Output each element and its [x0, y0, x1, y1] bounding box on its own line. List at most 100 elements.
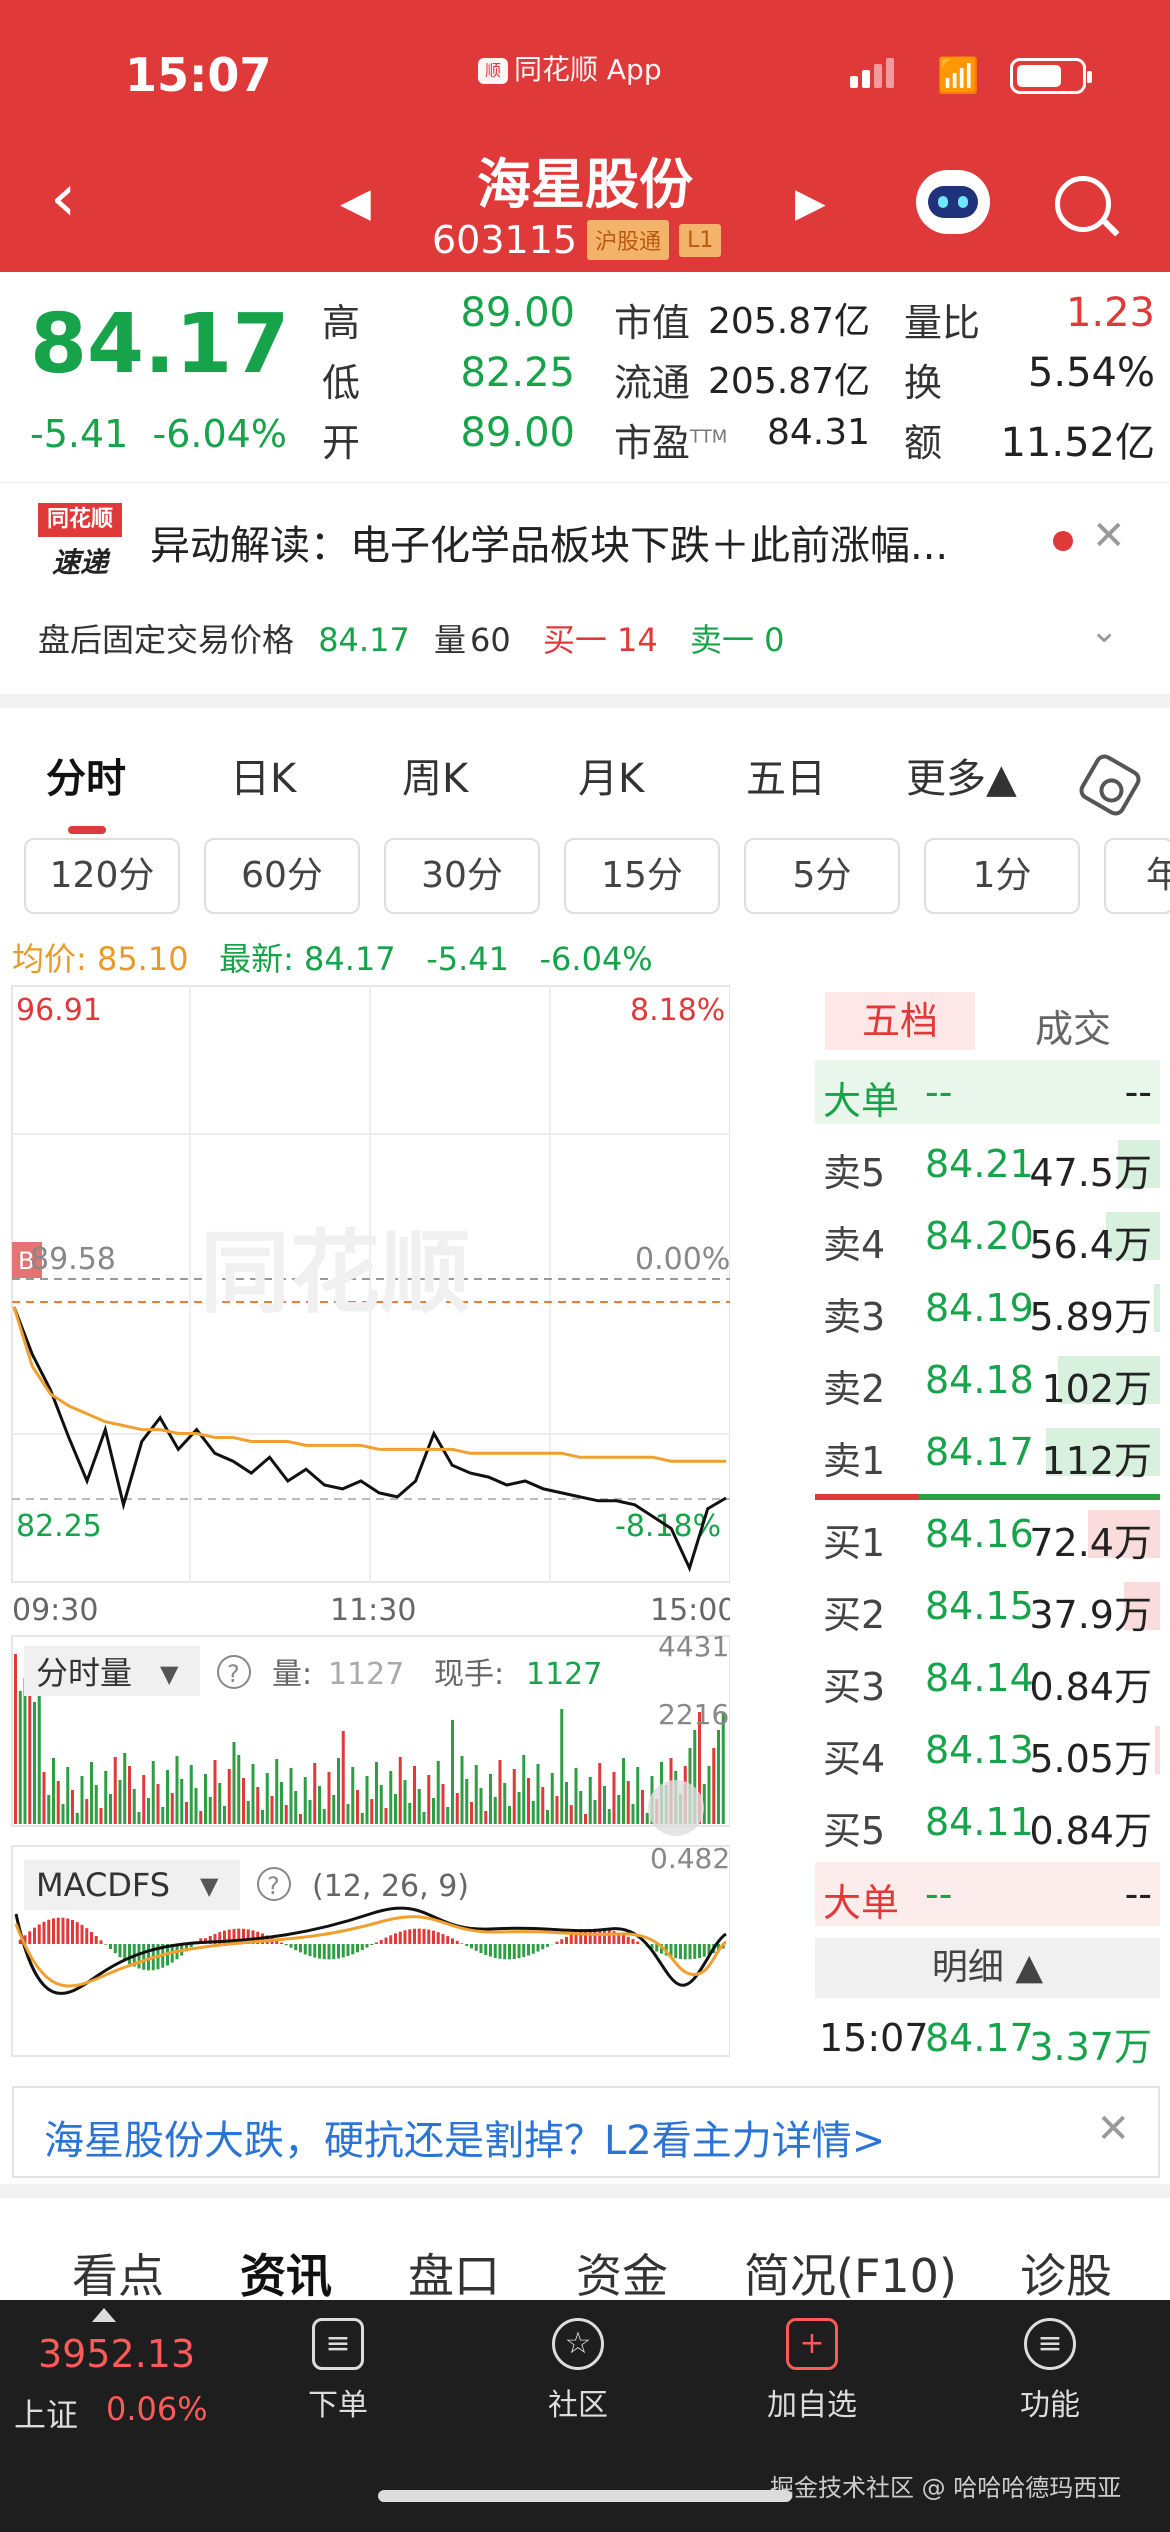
low-label: 低 [322, 361, 361, 405]
ask-level[interactable]: 卖1 84.17 112万 [815, 1420, 1160, 1484]
tab-f10[interactable]: 简况(F10) [744, 2240, 957, 2306]
tab-five-day[interactable]: 五日 [746, 746, 826, 804]
period-30[interactable]: 30分 [384, 838, 540, 914]
macd-bar [37, 1924, 41, 1944]
tab-news[interactable]: 资讯 [240, 2240, 332, 2306]
volume-bar [104, 1771, 108, 1824]
open-value: 89.00 [460, 410, 575, 456]
volume-bar [574, 1768, 578, 1824]
community-icon: ☆ [552, 2318, 604, 2370]
next-stock-icon[interactable]: ▶ [795, 180, 826, 226]
big-order-sell[interactable]: 大单 -- -- [815, 1060, 1160, 1124]
volume-bar [508, 1806, 511, 1824]
tab-monthly[interactable]: 月K [578, 746, 644, 804]
period-selector: 120分 60分 30分 15分 5分 1分 年 [0, 838, 1170, 918]
tab-intraday[interactable]: 分时 [46, 746, 126, 804]
dock-functions[interactable]: ≡ 功能 [980, 2318, 1120, 2424]
period-15[interactable]: 15分 [564, 838, 720, 914]
settings-icon[interactable] [1075, 750, 1145, 820]
tab-trades[interactable]: 成交 [1035, 998, 1111, 1053]
macd-bar [403, 1930, 407, 1944]
volume-bar [204, 1774, 207, 1824]
back-to-app[interactable]: 顺同花顺 App [478, 48, 662, 88]
volume-bar [531, 1801, 535, 1824]
volume-bar [403, 1780, 407, 1824]
depth-bar [1154, 1284, 1160, 1332]
intraday-chart[interactable]: 同花顺 B 96.91 8.18% 89.58 0.00% 82.25 -8.1… [10, 984, 730, 2064]
macd-bar [118, 1944, 122, 1958]
ask-level[interactable]: 卖3 84.19 5.89万 [815, 1276, 1160, 1340]
news-headline[interactable]: 异动解读：电子化学品板块下跌＋此前涨幅... [150, 513, 948, 571]
trade-detail-toggle[interactable]: 明细 ▲ [815, 1938, 1160, 1998]
volume-bar [351, 1767, 355, 1824]
big-order-buy[interactable]: 大单 -- -- [815, 1862, 1160, 1926]
ask-level[interactable]: 卖2 84.18 102万 [815, 1348, 1160, 1412]
ask-level[interactable]: 卖4 84.20 56.4万 [815, 1204, 1160, 1268]
bid-level[interactable]: 买4 84.13 5.05万 [815, 1718, 1160, 1782]
tab-more[interactable]: 更多▲ [906, 746, 1017, 804]
volume-bar [712, 1748, 716, 1824]
close-promo-icon[interactable]: ✕ [1096, 2106, 1130, 2152]
index-expand-icon[interactable] [92, 2308, 116, 2322]
volume-bar [128, 1766, 131, 1824]
tab-funds[interactable]: 资金 [576, 2240, 668, 2306]
volume-bar [527, 1778, 530, 1824]
tab-five-levels[interactable]: 五档 [825, 992, 975, 1050]
volume-bar [327, 1772, 331, 1824]
trade-time: 15:07 [819, 2016, 929, 2060]
bid-level[interactable]: 买2 84.15 37.9万 [815, 1574, 1160, 1638]
depth-bar [1155, 1726, 1160, 1774]
tab-weekly[interactable]: 周K [402, 746, 468, 804]
tab-level[interactable]: 盘口 [408, 2240, 500, 2306]
volume-bar [246, 1801, 250, 1824]
after-hours-row[interactable]: 盘后固定交易价格 84.17 量 60 买一 14 卖一 0 [38, 615, 785, 661]
tab-diagnosis[interactable]: 诊股 [1020, 2240, 1112, 2306]
tab-highlights[interactable]: 看点 [72, 2240, 164, 2306]
chevron-down-icon[interactable]: ⌄ [1090, 611, 1119, 651]
period-120[interactable]: 120分 [24, 838, 180, 914]
macd-bar [90, 1931, 93, 1944]
dock-order[interactable]: ≡ 下单 [268, 2318, 408, 2424]
macd-dropdown-icon: ▼ [200, 1872, 219, 1900]
close-news-icon[interactable]: ✕ [1092, 513, 1126, 559]
home-indicator[interactable] [378, 2490, 792, 2502]
macd-bar [294, 1944, 298, 1951]
chart-watermark: 同花顺 [200, 1221, 470, 1326]
macd-bar [536, 1944, 540, 1952]
tag-level: L1 [679, 223, 722, 257]
robot-assistant-icon[interactable] [916, 170, 990, 234]
x-label-open: 09:30 [12, 1593, 98, 1628]
period-60[interactable]: 60分 [204, 838, 360, 914]
volume-bar [593, 1800, 597, 1824]
promo-banner[interactable]: 海星股份大跌，硬抗还是割掉？L2看主力详情> ✕ [12, 2086, 1160, 2178]
volume-bar [14, 1654, 17, 1824]
level-volume: 0.84万 [1029, 1665, 1152, 1709]
macd-bar [460, 1943, 464, 1944]
bid-level[interactable]: 买1 84.16 72.4万 [815, 1502, 1160, 1566]
macd-bar [337, 1944, 340, 1959]
bid-level[interactable]: 买3 84.14 0.84万 [815, 1646, 1160, 1710]
dock-add-watch[interactable]: + 加自选 [742, 2318, 882, 2424]
volume-bar [479, 1788, 483, 1824]
volume-bar [503, 1783, 507, 1824]
macd-bar [346, 1944, 350, 1957]
level-label: 大单 [823, 1079, 900, 1123]
period-5[interactable]: 5分 [744, 838, 900, 914]
ask-level[interactable]: 卖5 84.21 47.5万 [815, 1132, 1160, 1196]
index-value[interactable]: 3952.13 [38, 2332, 195, 2376]
info-tabs: 看点 资讯 盘口 资金 简况(F10) 诊股 [0, 2184, 1170, 2303]
search-icon[interactable] [1055, 176, 1111, 232]
bottom-dock: 3952.13 上证 0.06% ≡ 下单 ☆ 社区 + 加自选 ≡ 功能 掘金技术社区… [0, 2300, 1170, 2532]
period-year[interactable]: 年 [1104, 838, 1170, 914]
macd-label: MACDFS [36, 1866, 170, 1904]
macd-bar [493, 1944, 497, 1958]
volume-bar [294, 1791, 298, 1824]
tab-daily[interactable]: 日K [230, 746, 296, 804]
volume-bar [284, 1805, 288, 1824]
volume-bar [299, 1814, 302, 1824]
period-1[interactable]: 1分 [924, 838, 1080, 914]
bid-level[interactable]: 买5 84.11 0.84万 [815, 1790, 1160, 1854]
volume-bar [256, 1787, 260, 1824]
dock-community[interactable]: ☆ 社区 [508, 2318, 648, 2424]
level-label: 卖1 [823, 1439, 886, 1483]
